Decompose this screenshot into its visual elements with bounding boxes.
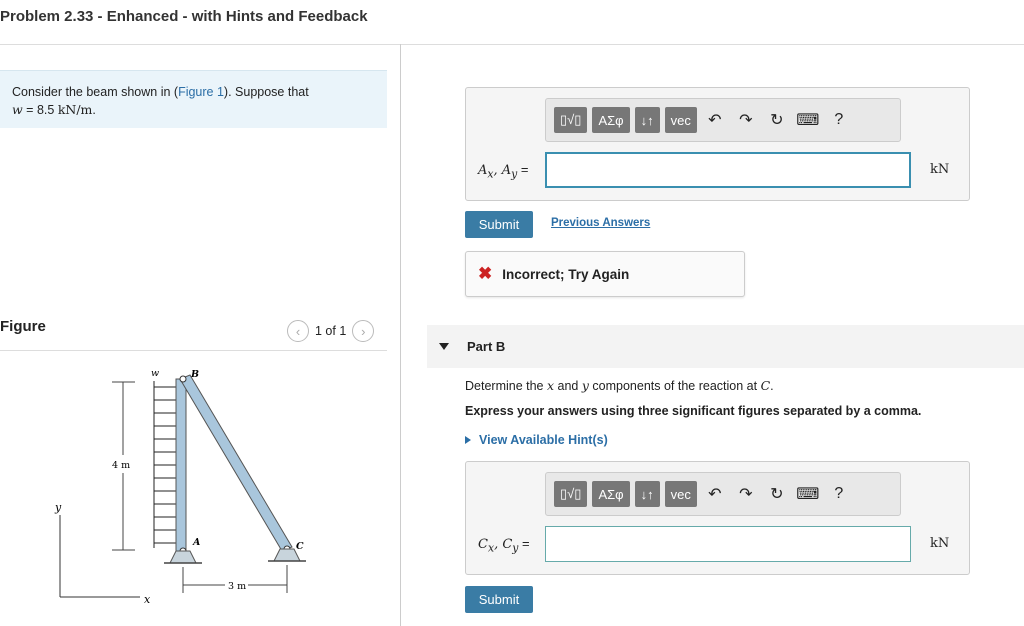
keyboard-icon[interactable]: ⌨ — [795, 481, 821, 507]
point-c-label: C — [296, 541, 304, 552]
part-b-header[interactable]: Part B — [427, 325, 1024, 368]
load-label: w — [151, 368, 159, 379]
width-dimension: 3 m — [228, 581, 246, 592]
part-a-answer-box: ▯√▯ ΑΣφ ↓↑ vec ↶ ↷ ↻ ⌨ ? Ax, Ay = kN — [465, 87, 970, 201]
greek-symbols-button[interactable]: ΑΣφ — [592, 107, 630, 133]
previous-answers-link[interactable]: Previous Answers — [551, 217, 650, 229]
figure-pager: ‹ 1 of 1 › — [287, 320, 375, 342]
part-a-unit: kN — [930, 162, 950, 177]
problem-statement: Consider the beam shown in (Figure 1). S… — [0, 70, 387, 128]
figure-counter: 1 of 1 — [315, 324, 347, 338]
diagonal-member-bc — [179, 374, 293, 552]
arrows-button[interactable]: ↓↑ — [634, 107, 660, 133]
x-axis-label: x — [144, 593, 151, 606]
keyboard-icon[interactable]: ⌨ — [795, 107, 821, 133]
prev-figure-button[interactable]: ‹ — [287, 320, 309, 342]
vertical-member-ab — [175, 378, 187, 552]
chevron-left-icon: ‹ — [295, 323, 301, 339]
page-title: Problem 2.33 - Enhanced - with Hints and… — [0, 8, 368, 25]
point-a-label: A — [192, 537, 200, 548]
part-b-question: Determine the x and y components of the … — [465, 378, 774, 393]
part-b-toolbar: ▯√▯ ΑΣφ ↓↑ vec ↶ ↷ ↻ ⌨ ? — [545, 472, 901, 516]
part-a-submit-button[interactable]: Submit — [465, 211, 533, 238]
caret-right-icon — [465, 436, 471, 444]
reset-icon[interactable]: ↻ — [764, 107, 790, 133]
beam-figure: y x 4 m w B A C 3 m — [54, 368, 306, 606]
help-icon[interactable]: ? — [826, 481, 852, 507]
vector-button[interactable]: vec — [664, 107, 697, 133]
header-divider — [0, 44, 1024, 45]
undo-icon[interactable]: ↶ — [702, 107, 728, 133]
part-b-submit-button[interactable]: Submit — [465, 586, 533, 613]
figure-divider — [0, 350, 387, 351]
figure-link[interactable]: Figure 1 — [178, 85, 224, 99]
help-icon[interactable]: ? — [826, 107, 852, 133]
part-b-label: Part B — [467, 339, 506, 354]
y-axis-label: y — [54, 501, 62, 514]
templates-button[interactable]: ▯√▯ — [554, 481, 588, 507]
caret-down-icon — [439, 343, 449, 350]
greek-symbols-button[interactable]: ΑΣφ — [592, 481, 630, 507]
reset-icon[interactable]: ↻ — [764, 481, 790, 507]
point-b-label: B — [190, 369, 199, 380]
feedback-box: ✖ Incorrect; Try Again — [465, 251, 745, 297]
part-a-equation-label: Ax, Ay = — [478, 162, 529, 181]
figure-heading: Figure — [0, 318, 46, 335]
arrows-button[interactable]: ↓↑ — [634, 481, 660, 507]
chevron-right-icon: › — [361, 323, 366, 339]
undo-icon[interactable]: ↶ — [702, 481, 728, 507]
part-b-answer-box: ▯√▯ ΑΣφ ↓↑ vec ↶ ↷ ↻ ⌨ ? Cx, Cy = kN — [465, 461, 970, 575]
incorrect-icon: ✖ — [478, 264, 493, 283]
part-a-answer-input[interactable] — [545, 152, 911, 188]
part-b-unit: kN — [930, 536, 950, 551]
height-dimension: 4 m — [112, 460, 130, 471]
redo-icon[interactable]: ↷ — [733, 107, 759, 133]
part-a-toolbar: ▯√▯ ΑΣφ ↓↑ vec ↶ ↷ ↻ ⌨ ? — [545, 98, 901, 142]
vector-button[interactable]: vec — [664, 481, 697, 507]
part-b-equation-label: Cx, Cy = — [478, 536, 530, 555]
templates-button[interactable]: ▯√▯ — [554, 107, 588, 133]
column-divider — [400, 44, 401, 626]
view-hints-link[interactable]: View Available Hint(s) — [465, 433, 608, 447]
part-b-answer-input[interactable] — [545, 526, 911, 562]
redo-icon[interactable]: ↷ — [733, 481, 759, 507]
feedback-text: Incorrect; Try Again — [502, 266, 630, 282]
part-b-instructions: Express your answers using three signifi… — [465, 404, 922, 418]
next-figure-button[interactable]: › — [352, 320, 375, 342]
